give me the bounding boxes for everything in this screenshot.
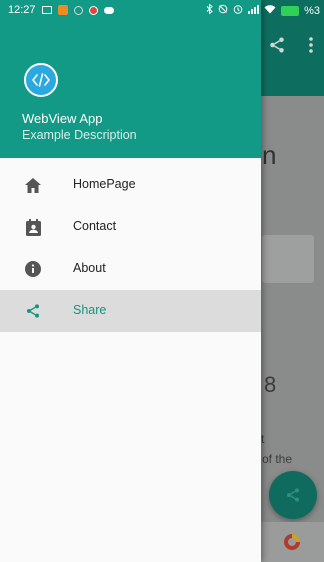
background-card [262,235,314,283]
nav-item-homepage[interactable]: HomePage [0,164,261,206]
circle-notification-icon [73,5,83,15]
drawer-title: WebView App [22,111,103,126]
contact-icon [24,218,42,236]
status-bar: 12:27 %3 [0,0,324,22]
app-logo-icon [282,532,302,552]
background-heading: n [262,140,277,170]
battery-icon [281,5,300,16]
signal-icon [248,4,260,17]
nav-item-label: Contact [73,219,117,233]
wifi-icon [264,4,276,17]
fab-share-icon [287,488,299,502]
info-icon [24,260,42,278]
nav-item-label: About [73,261,106,275]
nav-item-label: HomePage [73,177,136,191]
drawer-menu: HomePage Contact About Share [0,164,261,332]
background-number: 8 [264,372,277,397]
battery-level: %3 [304,4,320,17]
drawer-header: WebView App Example Description [0,0,261,158]
share-fab[interactable] [269,471,317,519]
toolbar-share-icon[interactable] [268,36,286,54]
mute-icon [218,4,228,17]
toolbar-more-icon[interactable] [308,36,314,54]
record-notification-icon [88,5,98,15]
drawer-subtitle: Example Description [22,128,137,142]
code-icon [24,63,58,97]
clock: 12:27 [8,4,36,16]
background-text-1: t [261,432,265,446]
nav-item-about[interactable]: About [0,248,261,290]
nav-item-contact[interactable]: Contact [0,206,261,248]
home-icon [24,176,42,194]
background-text-2: of the [262,452,293,466]
share-icon [24,302,42,320]
app-notification-icon [57,5,68,15]
nav-item-label: Share [73,303,107,317]
screen-icon [41,6,52,14]
alarm-icon [233,4,243,17]
navigation-drawer: WebView App Example Description HomePage… [0,0,261,562]
cloud-icon [103,6,114,14]
nav-item-share[interactable]: Share [0,290,261,332]
bluetooth-icon [206,3,213,17]
